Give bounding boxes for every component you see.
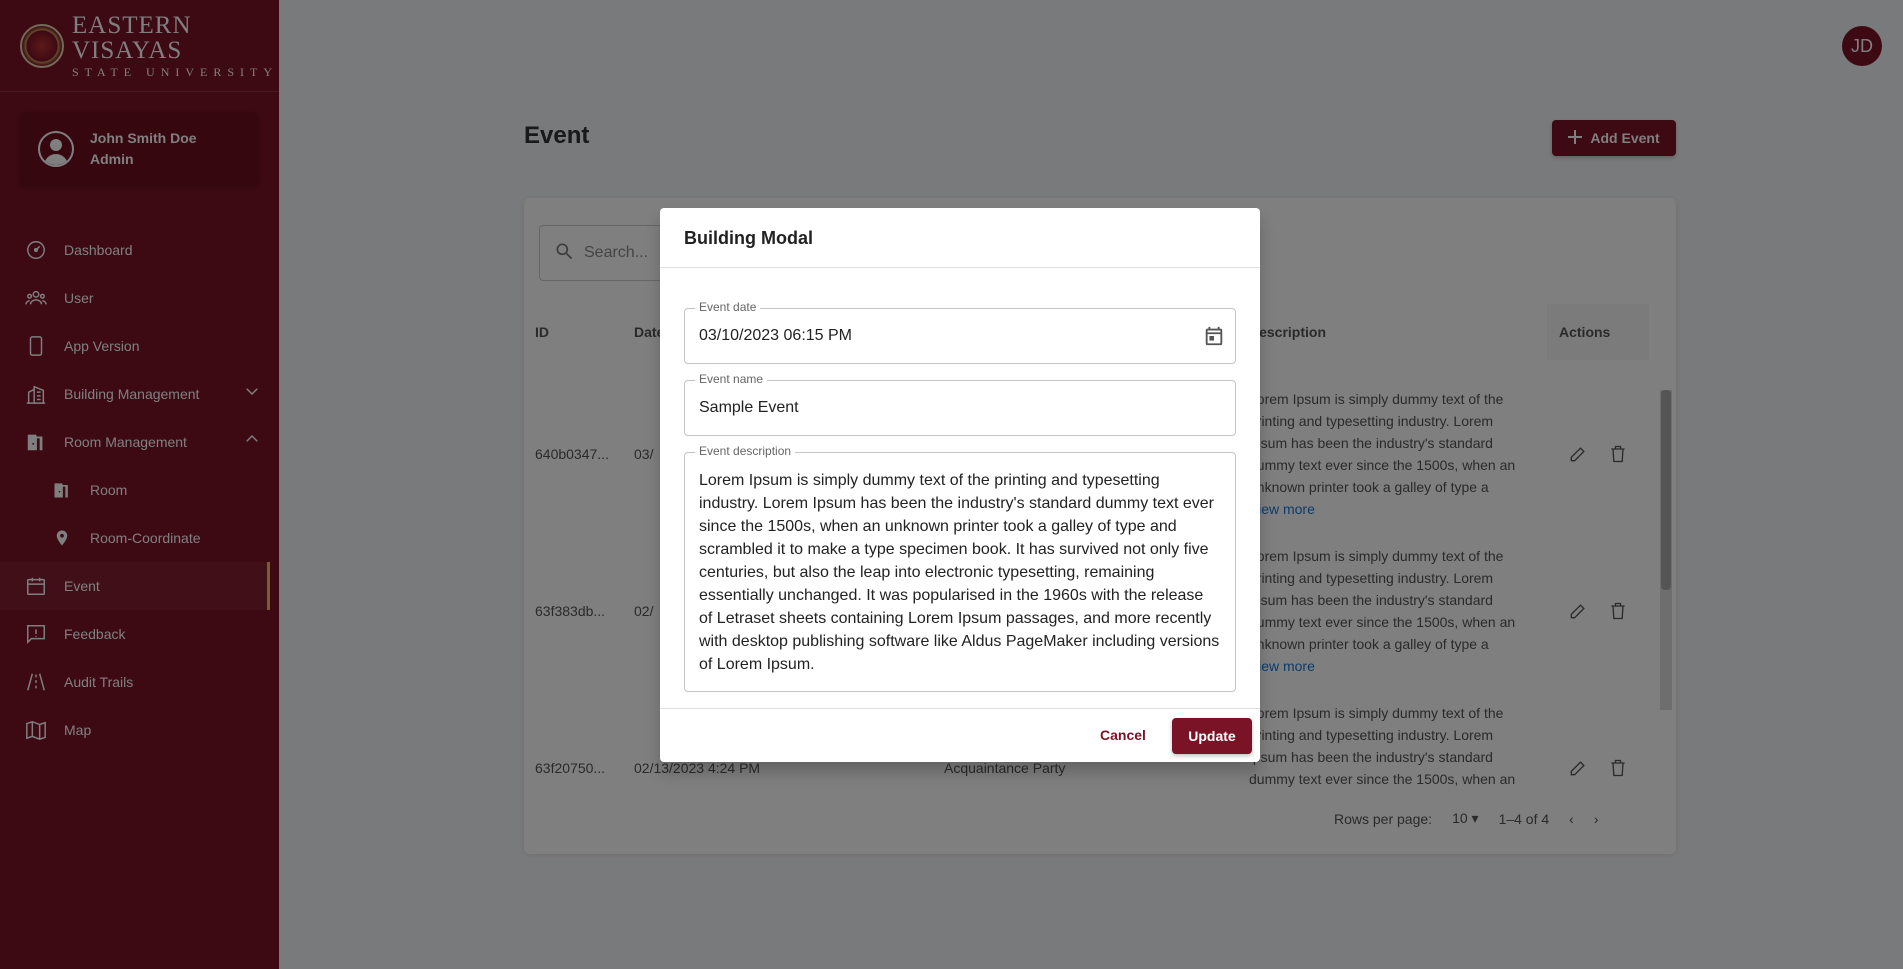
event-modal: Building Modal Event date 03/10/2023 06:… (660, 208, 1260, 762)
calendar-picker-icon[interactable] (1203, 325, 1225, 352)
event-description-value[interactable]: Lorem Ipsum is simply dummy text of the … (685, 453, 1235, 692)
event-date-field[interactable]: Event date 03/10/2023 06:15 PM (684, 300, 1236, 364)
event-name-value[interactable]: Sample Event (685, 399, 813, 417)
cancel-button[interactable]: Cancel (1100, 727, 1146, 743)
modal-footer: Cancel Update (660, 708, 1260, 762)
event-description-field[interactable]: Event description Lorem Ipsum is simply … (684, 444, 1236, 692)
update-button[interactable]: Update (1172, 718, 1252, 754)
event-name-field[interactable]: Event name Sample Event (684, 372, 1236, 436)
modal-title: Building Modal (660, 208, 1260, 268)
event-date-value[interactable]: 03/10/2023 06:15 PM (685, 327, 866, 345)
event-name-label: Event name (695, 372, 768, 386)
event-date-label: Event date (695, 300, 761, 314)
event-description-label: Event description (695, 444, 796, 458)
